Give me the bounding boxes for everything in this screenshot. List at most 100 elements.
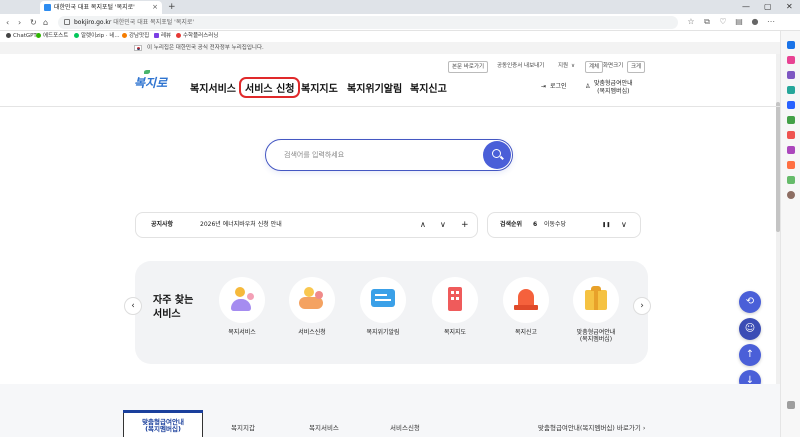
tab-welfare-service[interactable]: 복지서비스	[309, 422, 339, 432]
add-icon[interactable]	[787, 191, 795, 199]
cert-export-link[interactable]: 공동인증서 내보내기	[497, 61, 544, 71]
bookmark-item[interactable]: 수학플러스러닝	[176, 31, 218, 42]
menu-welfare-map[interactable]: 복지지도	[301, 80, 338, 95]
notice-text[interactable]: 2026년 에너지바우처 신청 안내	[200, 213, 282, 237]
benefit-shortcut-link[interactable]: 맞춤형급여안내(복지멤버십) 바로가기 ›	[538, 422, 645, 432]
gov-banner: 이 누리집은 대한민국 공식 전자정부 누리집입니다.	[0, 42, 780, 54]
search-icon[interactable]	[787, 41, 795, 49]
collections-icon[interactable]: ▤	[734, 17, 744, 27]
service-item-apply[interactable]: 서비스신청	[282, 277, 342, 336]
tab-benefit-membership[interactable]: 맞춤형급여안내 (복지멤버십)	[123, 410, 203, 437]
apps-icon[interactable]	[787, 116, 795, 124]
minimize-button[interactable]: —	[742, 0, 750, 14]
service-item-report[interactable]: 복지신고	[496, 277, 556, 336]
service-item-map[interactable]: 복지지도	[425, 277, 485, 336]
zoom-button[interactable]: 크게	[627, 61, 646, 73]
close-window-button[interactable]: ✕	[786, 0, 793, 14]
bookmark-item[interactable]: ChatGPT	[6, 31, 37, 42]
gift-box-icon	[573, 277, 619, 323]
notice-bar: 공지사항 2026년 에너지바우처 신청 안내 ∧ ∨ +	[135, 212, 478, 238]
bookmark-item[interactable]: 강남맛집	[122, 31, 149, 42]
carousel-next-button[interactable]: ›	[633, 297, 651, 315]
settings-icon[interactable]	[787, 401, 795, 409]
address-bar-row: ‹ › ↻ ⌂ bokjiro.go.kr 대한민국 대표 복지포털 '복지로'…	[0, 14, 800, 31]
service-label: 복지위기알림	[366, 329, 400, 336]
search-input[interactable]: 검색어를 입력하세요	[284, 140, 344, 170]
new-tab-button[interactable]: +	[168, 0, 176, 14]
service-item-benefit[interactable]: 맞춤형급여안내 (복지멤버십)	[566, 277, 626, 343]
zoom-label: 화면크기	[603, 63, 624, 69]
benefit-line1: 맞춤형급여안내	[594, 80, 633, 87]
recent-history-button[interactable]: ⟲	[739, 291, 761, 313]
service-label: 서비스신청	[298, 329, 326, 336]
browser-tab[interactable]: 대한민국 대표 복지포털 '복지로' ×	[40, 1, 162, 14]
menu-welfare-service[interactable]: 복지서비스	[190, 80, 236, 95]
service-item-crisis-alert[interactable]: 복지위기알림	[353, 277, 413, 336]
scrollbar-thumb[interactable]	[776, 102, 780, 232]
benefit-link[interactable]: 맞춤형급여안내 (복지멤버십)	[594, 80, 633, 96]
office-icon[interactable]	[787, 101, 795, 109]
back-button[interactable]: ‹	[6, 16, 9, 29]
scroll-top-button[interactable]: ↑	[739, 344, 761, 366]
browser-sidebar	[780, 31, 800, 437]
tools-icon[interactable]	[787, 71, 795, 79]
siren-icon	[503, 277, 549, 323]
login-link[interactable]: 로그인	[550, 83, 567, 91]
header-divider	[0, 106, 780, 107]
app-icon[interactable]	[787, 161, 795, 169]
benefit-icon: ♙	[585, 83, 591, 90]
ranking-keyword[interactable]: 이동수당	[544, 213, 566, 237]
home-button[interactable]: ⌂	[43, 16, 48, 29]
games-icon[interactable]	[787, 86, 795, 94]
site-favicon-icon	[44, 4, 51, 11]
profile-icon[interactable]: ●	[750, 17, 760, 27]
url-field[interactable]: bokjiro.go.kr 대한민국 대표 복지포털 '복지로'	[58, 16, 678, 29]
bookmark-item[interactable]: 레뷰	[154, 31, 171, 42]
notice-next-button[interactable]: ∨	[440, 213, 446, 237]
tab-title: 대한민국 대표 복지포털 '복지로'	[54, 4, 135, 11]
notice-more-button[interactable]: +	[461, 213, 469, 237]
ranking-expand-button[interactable]: ∨	[621, 213, 627, 237]
url-page-title: 대한민국 대표 복지포털 '복지로'	[113, 19, 195, 26]
notice-prev-button[interactable]: ∧	[420, 213, 426, 237]
app-icon[interactable]	[787, 131, 795, 139]
extensions-icon[interactable]: ⧉	[702, 17, 712, 27]
favorites-icon[interactable]: ♡	[718, 17, 728, 27]
bookmarks-bar: ChatGPT 에드포스트 알렛이zip · 네... 강남맛집 레뷰 수학플러…	[0, 31, 780, 42]
skip-to-body-link[interactable]: 본문 바로가기	[448, 61, 489, 73]
site-logo[interactable]: 복지로	[134, 70, 167, 91]
tab-welfare-wallet[interactable]: 복지지갑	[231, 422, 255, 432]
message-icon	[360, 277, 406, 323]
app-icon[interactable]	[787, 146, 795, 154]
more-icon[interactable]: ⋯	[766, 17, 776, 27]
search-box: 검색어를 입력하세요	[265, 139, 513, 171]
service-item-welfare[interactable]: 복지서비스	[212, 277, 272, 336]
pause-button[interactable]: ❚❚	[602, 213, 610, 237]
bookmark-dot-icon	[74, 33, 79, 38]
login-icon: ⇥	[541, 83, 547, 90]
maximize-button[interactable]: ▢	[764, 0, 772, 14]
people-icon	[219, 277, 265, 323]
bookmark-item[interactable]: 알렛이zip · 네...	[74, 31, 120, 42]
star-icon[interactable]: ☆	[686, 17, 696, 27]
reload-button[interactable]: ↻	[30, 16, 37, 29]
forward-button[interactable]: ›	[18, 16, 21, 29]
carousel-prev-button[interactable]: ‹	[124, 297, 142, 315]
page-scrollbar[interactable]	[776, 42, 780, 437]
chatbot-button[interactable]: ☺	[739, 318, 761, 340]
gov-banner-text: 이 누리집은 대한민국 공식 전자정부 누리집입니다.	[147, 45, 264, 51]
tab-close-icon[interactable]: ×	[152, 1, 158, 14]
support-menu[interactable]: 지원	[558, 61, 568, 71]
search-button[interactable]	[483, 141, 511, 169]
menu-service-apply[interactable]: 서비스 신청	[239, 77, 301, 98]
menu-crisis-alert[interactable]: 복지위기알림	[347, 80, 402, 95]
tab-service-apply[interactable]: 서비스신청	[390, 422, 420, 432]
app-icon[interactable]	[787, 176, 795, 184]
shopping-icon[interactable]	[787, 56, 795, 64]
service-label: 맞춤형급여안내 (복지멤버십)	[576, 329, 616, 343]
lock-icon	[64, 19, 70, 25]
frequent-services-title: 자주 찾는 서비스	[153, 295, 194, 320]
bookmark-item[interactable]: 에드포스트	[36, 31, 68, 42]
menu-welfare-report[interactable]: 복지신고	[410, 80, 447, 95]
text-size-button[interactable]: 계체	[585, 61, 604, 73]
